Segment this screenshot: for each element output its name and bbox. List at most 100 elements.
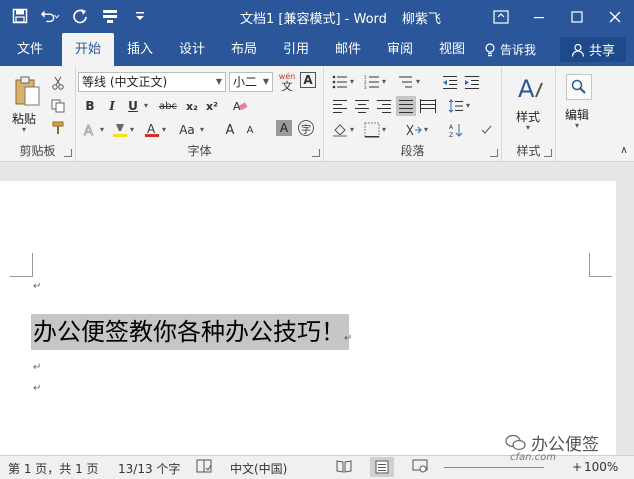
distributed-icon[interactable]	[418, 96, 438, 116]
share-button[interactable]: 共享	[560, 37, 626, 62]
read-mode-icon[interactable]	[336, 459, 352, 476]
maximize-icon[interactable]	[558, 0, 596, 33]
shrink-font-icon[interactable]: A	[240, 120, 260, 140]
justify-icon[interactable]	[396, 96, 416, 116]
tab-insert[interactable]: 插入	[118, 33, 162, 66]
change-case-dropdown-icon[interactable]: ▾	[200, 125, 204, 134]
page-count[interactable]: 第 1 页，共 1 页	[8, 460, 99, 477]
close-icon[interactable]	[596, 0, 634, 33]
copy-icon[interactable]	[48, 96, 68, 116]
sort-icon[interactable]: AZ	[446, 120, 466, 140]
share-label: 共享	[588, 44, 615, 59]
text-effects-dropdown-icon[interactable]: ▾	[100, 125, 104, 134]
line-spacing-dropdown-icon[interactable]: ▾	[466, 101, 470, 110]
proofing-icon[interactable]	[196, 459, 212, 476]
superscript-button[interactable]: x²	[202, 96, 222, 116]
change-case-button[interactable]: Aa	[174, 120, 200, 140]
styles-launcher-icon[interactable]	[544, 149, 552, 157]
zoom-level[interactable]: 100%	[584, 460, 618, 474]
collapse-ribbon-icon[interactable]: ∧	[614, 140, 634, 160]
numbering-icon[interactable]: 123	[362, 72, 382, 92]
tell-me-label: 告诉我	[500, 43, 537, 57]
vertical-scrollbar[interactable]	[616, 163, 634, 455]
cut-icon[interactable]	[48, 73, 68, 93]
text-effects-icon[interactable]: A	[80, 120, 100, 140]
bullets-icon[interactable]	[330, 72, 350, 92]
font-color-dropdown-icon[interactable]: ▾	[162, 125, 166, 134]
paste-dropdown-icon[interactable]: ▾	[22, 125, 26, 134]
align-right-icon[interactable]	[374, 96, 394, 116]
increase-indent-icon[interactable]	[462, 72, 482, 92]
bullets-dropdown-icon[interactable]: ▾	[350, 77, 354, 86]
window-title: 文档1 [兼容模式] - Word	[240, 12, 387, 27]
underline-dropdown-icon[interactable]: ▾	[144, 101, 148, 110]
document-page[interactable]: ↵ 办公便签教你各种办公技巧！ ↵ ↵ ↵	[0, 181, 616, 455]
save-icon[interactable]	[10, 6, 30, 26]
web-layout-icon[interactable]	[412, 459, 428, 476]
italic-button[interactable]: I	[102, 96, 122, 116]
tab-review[interactable]: 审阅	[378, 33, 422, 66]
font-color-icon[interactable]: A	[142, 120, 162, 140]
format-painter-icon[interactable]	[48, 118, 68, 138]
tell-me-box[interactable]: 告诉我	[484, 33, 536, 66]
word-count[interactable]: 13/13 个字	[118, 460, 180, 477]
multilevel-list-icon[interactable]	[396, 72, 416, 92]
paragraph-launcher-icon[interactable]	[490, 149, 498, 157]
borders-dropdown-icon[interactable]: ▾	[382, 125, 386, 134]
align-left-icon[interactable]	[330, 96, 350, 116]
language[interactable]: 中文(中国)	[230, 460, 287, 477]
font-size-select[interactable]: 小二 ▼	[229, 72, 273, 92]
minimize-icon[interactable]	[520, 0, 558, 33]
character-border-icon[interactable]: A	[300, 72, 316, 88]
tab-design[interactable]: 设计	[170, 33, 214, 66]
phonetic-guide-icon[interactable]: wén 文	[276, 70, 298, 94]
tab-mailings[interactable]: 邮件	[326, 33, 370, 66]
tab-file[interactable]: 文件	[8, 33, 52, 66]
align-center-icon[interactable]	[352, 96, 372, 116]
multilevel-dropdown-icon[interactable]: ▾	[416, 77, 420, 86]
print-layout-icon[interactable]	[370, 457, 394, 477]
tab-references[interactable]: 引用	[274, 33, 318, 66]
customize-icon[interactable]	[130, 6, 150, 26]
touch-mode-icon[interactable]	[100, 6, 120, 26]
line-spacing-icon[interactable]	[446, 96, 466, 116]
shading-dropdown-icon[interactable]: ▾	[350, 125, 354, 134]
tab-layout[interactable]: 布局	[222, 33, 266, 66]
character-shading-icon[interactable]: A	[276, 120, 292, 136]
clear-formatting-icon[interactable]: A	[230, 96, 250, 116]
selected-text[interactable]: 办公便签教你各种办公技巧！	[31, 314, 349, 350]
chinese-layout-dropdown-icon[interactable]: ▾	[424, 125, 428, 134]
ribbon-display-options-icon[interactable]	[482, 0, 520, 33]
grow-font-icon[interactable]: A	[220, 120, 240, 140]
show-marks-icon[interactable]	[476, 120, 496, 140]
numbering-dropdown-icon[interactable]: ▾	[382, 77, 386, 86]
clipboard-launcher-icon[interactable]	[64, 149, 72, 157]
zoom-in-icon[interactable]: +	[572, 460, 582, 474]
font-launcher-icon[interactable]	[312, 149, 320, 157]
paste-icon[interactable]	[12, 74, 42, 108]
borders-icon[interactable]	[362, 120, 382, 140]
undo-icon[interactable]	[40, 6, 60, 26]
quick-access-toolbar	[10, 6, 150, 26]
decrease-indent-icon[interactable]	[440, 72, 460, 92]
tab-view[interactable]: 视图	[430, 33, 474, 66]
highlight-icon[interactable]	[110, 120, 130, 140]
shading-icon[interactable]	[330, 120, 350, 140]
highlight-dropdown-icon[interactable]: ▾	[130, 125, 134, 134]
editing-dropdown-icon[interactable]: ▾	[575, 121, 579, 130]
font-name-select[interactable]: 等线 (中文正文) ▼	[78, 72, 226, 92]
redo-icon[interactable]	[70, 6, 90, 26]
styles-dropdown-icon[interactable]: ▾	[526, 123, 530, 132]
svg-text:A: A	[518, 75, 535, 101]
subscript-button[interactable]: x₂	[182, 96, 202, 116]
zoom-slider[interactable]	[444, 467, 544, 468]
enclose-characters-icon[interactable]: 字	[298, 120, 314, 136]
styles-gallery-icon[interactable]: A	[516, 72, 544, 102]
user-name[interactable]: 柳紫飞	[402, 8, 441, 27]
strikethrough-button[interactable]: abc	[156, 96, 180, 116]
find-icon[interactable]	[566, 74, 592, 100]
bold-button[interactable]: B	[80, 96, 100, 116]
tab-home[interactable]: 开始	[62, 33, 114, 66]
underline-button[interactable]: U	[123, 96, 143, 116]
chinese-layout-icon[interactable]	[404, 120, 424, 140]
